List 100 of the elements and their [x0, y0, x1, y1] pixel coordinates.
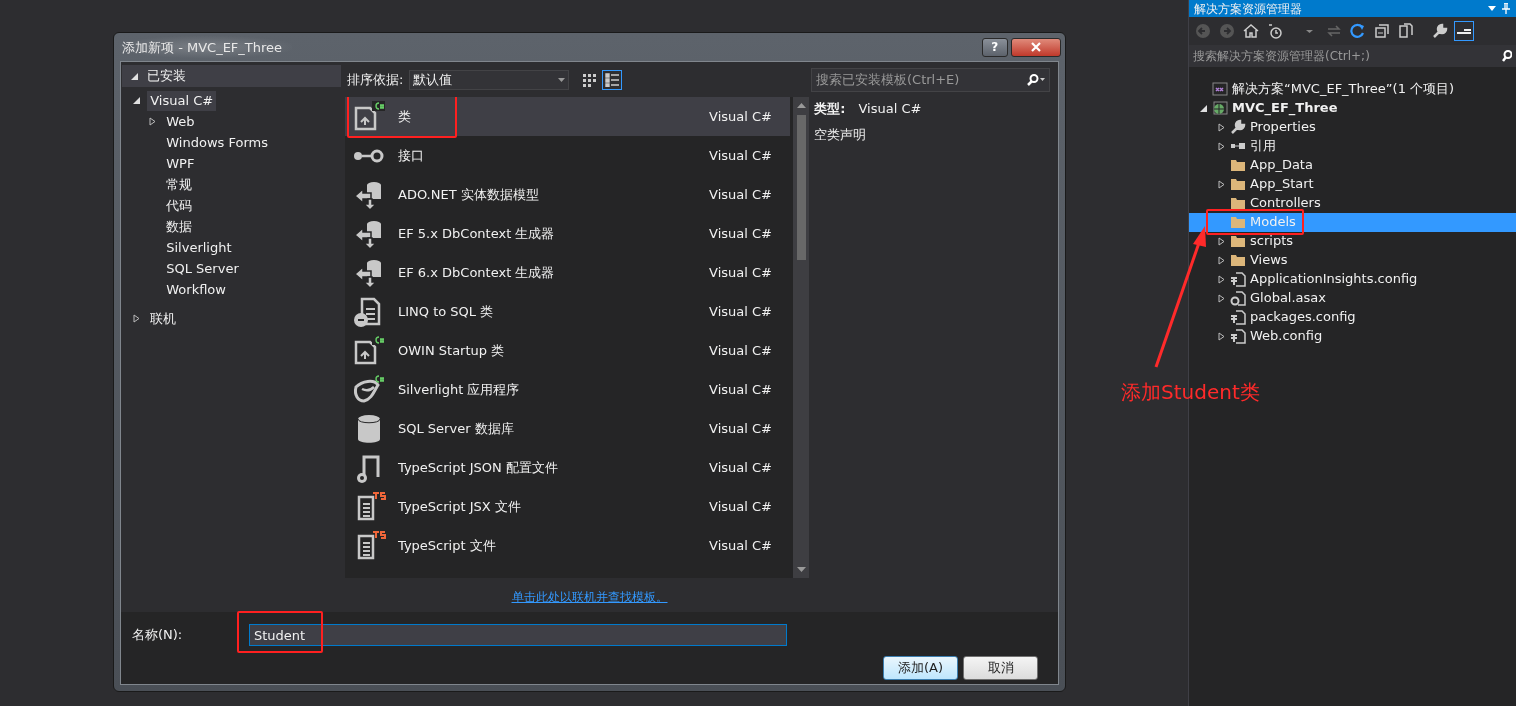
category-item[interactable]: Windows Forms [163, 133, 272, 153]
search-field[interactable]: 搜索已安装模板(Ctrl+E) [811, 68, 1050, 92]
category-item[interactable]: Visual C# [147, 91, 217, 111]
template-row[interactable]: LINQ to SQL 类 Visual C# [345, 292, 790, 331]
name-input[interactable]: Student [249, 624, 787, 646]
template-language: Visual C# [709, 497, 772, 516]
category-item[interactable]: Silverlight [163, 238, 235, 258]
tree-item[interactable]: 引用 [1189, 136, 1516, 156]
pin-icon[interactable] [1502, 3, 1510, 14]
template-row[interactable]: 接口 Visual C# [345, 136, 790, 175]
online-templates-link[interactable]: 单击此处以联机并查找模板。 [511, 588, 668, 606]
template-name: SQL Server 数据库 [398, 419, 514, 438]
gear-file-icon [1230, 290, 1246, 306]
folder-icon [1230, 176, 1246, 192]
category-item[interactable]: 常规 [163, 175, 196, 195]
template-language: Visual C# [709, 224, 772, 243]
sync-arrows-icon[interactable] [1325, 23, 1342, 39]
add-button[interactable]: 添加(A) [883, 656, 958, 680]
list-icon [604, 72, 619, 87]
search-icon [1502, 50, 1512, 62]
tree-item-label: 解决方案“MVC_EF_Three”(1 个项目) [1232, 80, 1455, 99]
tree-item[interactable]: packages.config [1189, 307, 1516, 327]
tree-item[interactable]: Views [1189, 250, 1516, 270]
template-row[interactable]: Silverlight 应用程序 Visual C# [345, 370, 790, 409]
category-item[interactable]: Web [163, 112, 198, 132]
home-icon[interactable] [1243, 23, 1259, 39]
tree-item-label: Controllers [1250, 194, 1321, 213]
sort-dropdown[interactable]: 默认值 [409, 69, 570, 90]
template-language: Visual C# [709, 458, 772, 477]
copy-documents-icon[interactable] [1397, 23, 1414, 39]
template-language: Visual C# [709, 380, 772, 399]
template-row[interactable]: OWIN Startup 类 Visual C# [345, 331, 790, 370]
explorer-title: 解决方案资源管理器 [1194, 0, 1302, 18]
tree-item[interactable]: Properties [1189, 117, 1516, 137]
template-language: Visual C# [709, 107, 772, 126]
tree-item[interactable]: 解决方案“MVC_EF_Three”(1 个项目) [1189, 79, 1516, 99]
tree-item-label: Models [1250, 213, 1296, 232]
template-row[interactable]: EF 5.x DbContext 生成器 Visual C# [345, 214, 790, 253]
sort-label: 排序依据: [347, 70, 404, 89]
tree-item[interactable]: Global.asax [1189, 288, 1516, 308]
template-name: 类 [398, 107, 411, 126]
template-row[interactable]: SQL Server 数据库 Visual C# [345, 409, 790, 448]
clock-icon[interactable] [1267, 23, 1283, 39]
config-file-icon [1230, 309, 1246, 325]
category-item[interactable]: WPF [163, 154, 198, 174]
template-row[interactable]: TypeScript JSX 文件 Visual C# [345, 487, 790, 526]
category-item[interactable]: 代码 [163, 196, 196, 216]
template-row[interactable]: ADO.NET 实体数据模型 Visual C# [345, 175, 790, 214]
template-name: EF 5.x DbContext 生成器 [398, 224, 555, 243]
template-row[interactable]: TypeScript 文件 Visual C# [345, 526, 790, 565]
search-icon [1025, 74, 1045, 86]
tree-item[interactable]: Web.config [1189, 326, 1516, 346]
dropdown-arrow-icon [558, 77, 566, 82]
solution-icon [1212, 81, 1228, 97]
tree-item-label: Web.config [1250, 327, 1323, 346]
list-view-button[interactable] [601, 69, 622, 90]
tree-item[interactable]: ApplicationInsights.config [1189, 269, 1516, 289]
annotation-text: 添加Student类 [1121, 379, 1260, 406]
tree-item[interactable]: scripts [1189, 231, 1516, 251]
tree-item-label: packages.config [1250, 308, 1356, 327]
close-icon [1031, 42, 1041, 52]
help-button[interactable]: ? [981, 37, 1008, 57]
refresh-icon[interactable] [1349, 23, 1366, 39]
template-language: Visual C# [709, 185, 772, 204]
config-file-icon [1230, 328, 1246, 344]
explorer-search-field[interactable]: 搜索解决方案资源管理器(Ctrl+;) [1189, 45, 1516, 67]
template-row[interactable]: 类 Visual C# [345, 97, 790, 136]
template-row[interactable]: EF 6.x DbContext 生成器 Visual C# [345, 253, 790, 292]
category-item[interactable]: Workflow [163, 280, 230, 300]
type-label: 类型: [814, 99, 846, 118]
category-header[interactable]: 已安装 [122, 65, 341, 87]
folder-icon [1230, 214, 1246, 230]
tree-item-label: Views [1250, 251, 1288, 270]
name-label: 名称(N): [132, 626, 184, 645]
category-item[interactable]: 联机 [147, 309, 180, 329]
category-item[interactable]: 数据 [163, 217, 196, 237]
tree-item-label: Properties [1250, 118, 1316, 137]
template-language: Visual C# [709, 302, 772, 321]
template-name: ADO.NET 实体数据模型 [398, 185, 539, 204]
tree-item-label: Global.asax [1250, 289, 1326, 308]
template-language: Visual C# [709, 419, 772, 438]
wrench-icon[interactable] [1432, 23, 1448, 39]
dropdown-arrow-icon[interactable] [1487, 6, 1496, 11]
template-name: TypeScript JSX 文件 [398, 497, 521, 516]
folder-icon [1230, 157, 1246, 173]
tree-item[interactable]: App_Data [1189, 155, 1516, 175]
globe-project-icon [1212, 100, 1228, 116]
close-button[interactable] [1011, 37, 1061, 57]
type-value: Visual C# [858, 99, 922, 118]
tree-item[interactable]: App_Start [1189, 174, 1516, 194]
scroll-thumb[interactable] [796, 115, 806, 260]
collapse-all-icon[interactable] [1373, 23, 1390, 39]
category-header-label: 已安装 [147, 67, 186, 86]
category-item[interactable]: SQL Server [163, 259, 242, 279]
tree-item[interactable]: Controllers [1189, 193, 1516, 213]
cancel-button[interactable]: 取消 [963, 656, 1038, 680]
tree-item[interactable]: MVC_EF_Three [1189, 98, 1516, 118]
scrollbar[interactable] [793, 97, 809, 578]
tree-item-label: scripts [1250, 232, 1293, 251]
template-row[interactable]: TypeScript JSON 配置文件 Visual C# [345, 448, 790, 487]
